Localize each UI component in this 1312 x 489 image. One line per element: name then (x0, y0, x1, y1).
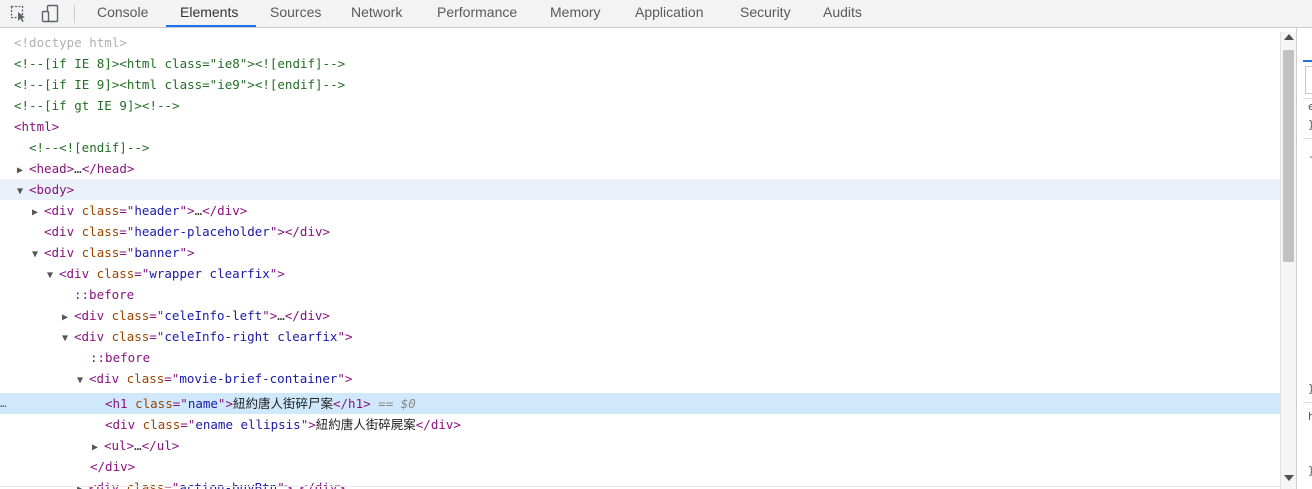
dom-node-head[interactable]: ▶ <head>…</head> (0, 158, 1280, 179)
dom-node-div-banner[interactable]: ▼ <div class="banner"> (0, 242, 1280, 263)
tab-application[interactable]: Application (635, 0, 704, 28)
dom-node-div-ename[interactable]: <div class="ename ellipsis">紐約唐人街碎屍案</di… (0, 414, 1280, 435)
style-fragment: - (1308, 150, 1312, 163)
collapse-triangle-icon[interactable]: ▼ (77, 370, 89, 391)
dom-node-div-celeinfo-left[interactable]: ▶ <div class="celeInfo-left">…</div> (0, 305, 1280, 326)
tab-audits[interactable]: Audits (823, 0, 862, 28)
dom-node-comment[interactable]: <!--[if IE 8]><html class="ie8"><![endif… (0, 53, 1280, 74)
tab-performance[interactable]: Performance (437, 0, 517, 28)
expand-triangle-icon[interactable]: ▶ (77, 479, 89, 489)
style-fragment: e (1308, 100, 1312, 113)
active-tab-indicator (166, 25, 256, 27)
collapse-triangle-icon[interactable]: ▼ (62, 328, 74, 349)
dom-node-html[interactable]: <html> (0, 116, 1280, 137)
devtools-toolbar: Console Elements Sources Network Perform… (0, 0, 1312, 28)
tree-vertical-scrollbar[interactable] (1280, 32, 1296, 489)
dom-node-div-wrapper[interactable]: ▼ <div class="wrapper clearfix"> (0, 263, 1280, 284)
dom-node-ul[interactable]: ▶ <ul>…</ul> (0, 435, 1280, 456)
dom-node-div-action-buybtn[interactable]: ▶<div class="action-buyBtn">…</div> (0, 477, 1280, 489)
scrollbar-thumb[interactable] (1283, 50, 1294, 262)
filter-input[interactable] (1305, 66, 1312, 94)
expand-triangle-icon[interactable]: ▶ (62, 307, 74, 328)
collapse-triangle-icon[interactable]: ▼ (47, 265, 59, 286)
dom-node-div-close[interactable]: </div> (0, 456, 1280, 477)
dom-node-doctype[interactable]: <!doctype html> (0, 32, 1280, 53)
dom-node-pseudo-before[interactable]: ::before (0, 284, 1280, 305)
side-pane-tab-indicator (1303, 60, 1312, 62)
dom-node-div-movie-brief-container[interactable]: ▼ <div class="movie-brief-container"> (0, 368, 1280, 389)
style-fragment: } (1308, 382, 1312, 395)
expand-triangle-icon[interactable]: ▶ (92, 437, 104, 458)
scroll-up-arrow-icon[interactable] (1284, 34, 1294, 40)
dom-node-pseudo-before[interactable]: ::before (0, 347, 1280, 368)
tab-elements[interactable]: Elements (180, 0, 238, 28)
device-toggle-icon[interactable] (41, 4, 61, 24)
inspect-element-icon[interactable] (9, 4, 29, 24)
tree-bottom-border (0, 486, 1280, 487)
dom-node-comment[interactable]: <!--[if gt IE 9]><!--> (0, 95, 1280, 116)
scroll-down-arrow-icon[interactable] (1284, 475, 1294, 481)
style-fragment: } (1308, 118, 1312, 131)
tab-network[interactable]: Network (351, 0, 402, 28)
tab-security[interactable]: Security (740, 0, 791, 28)
tab-memory[interactable]: Memory (550, 0, 601, 28)
dom-node-div-header[interactable]: ▶ <div class="header">…</div> (0, 200, 1280, 221)
dom-node-comment[interactable]: <!--<![endif]--> (0, 137, 1280, 158)
style-fragment: } (1308, 464, 1312, 477)
dom-tree: <!doctype html> <!--[if IE 8]><html clas… (0, 32, 1280, 489)
expand-triangle-icon[interactable]: ▶ (17, 160, 29, 181)
collapse-triangle-icon[interactable]: ▼ (32, 244, 44, 265)
more-actions-icon[interactable]: … (0, 393, 14, 414)
style-fragment: h (1308, 410, 1312, 423)
divider (1303, 402, 1312, 403)
tab-sources[interactable]: Sources (270, 0, 321, 28)
dom-node-comment[interactable]: <!--[if IE 9]><html class="ie9"><![endif… (0, 74, 1280, 95)
divider (1303, 98, 1312, 99)
tab-console[interactable]: Console (97, 0, 148, 28)
styles-side-pane: e } - } h } (1296, 28, 1312, 489)
dom-node-div-celeinfo-right[interactable]: ▼ <div class="celeInfo-right clearfix"> (0, 326, 1280, 347)
toolbar-separator (74, 5, 75, 23)
divider (1303, 138, 1312, 139)
expand-triangle-icon[interactable]: ▶ (32, 202, 44, 223)
dom-node-h1-name-selected[interactable]: … <h1 class="name">紐約唐人街碎尸案</h1> == $0 (0, 393, 1280, 414)
collapse-triangle-icon[interactable]: ▼ (17, 181, 29, 202)
dom-node-div-header-placeholder[interactable]: <div class="header-placeholder"></div> (0, 221, 1280, 242)
dom-node-body[interactable]: ▼ <body> (0, 179, 1280, 200)
